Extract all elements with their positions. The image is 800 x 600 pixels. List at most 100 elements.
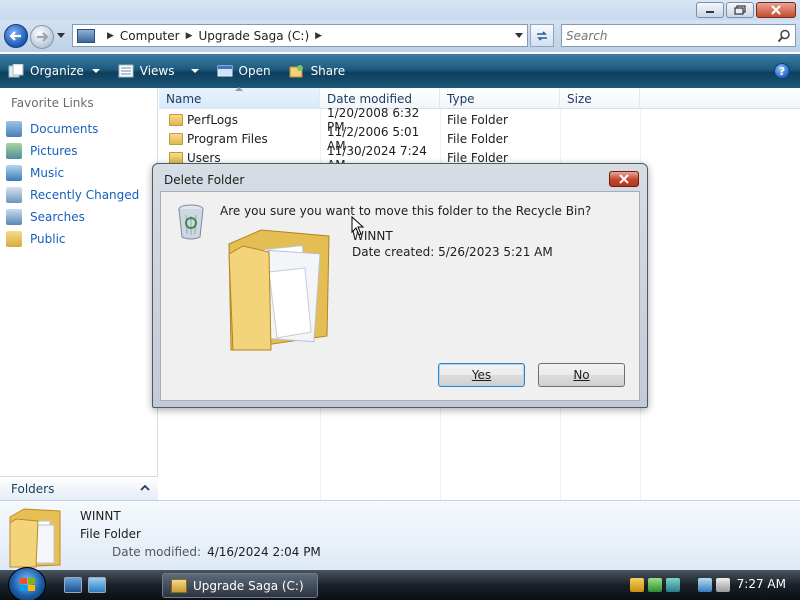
search-icon[interactable] (777, 29, 791, 43)
details-pane: WINNT File Folder Date modified: 4/16/202… (0, 500, 800, 570)
taskbar-window-button[interactable]: Upgrade Saga (C:) (162, 573, 318, 598)
forward-arrow-icon (37, 32, 49, 42)
help-button[interactable]: ? (774, 63, 790, 79)
taskbar-window-label: Upgrade Saga (C:) (193, 578, 304, 593)
share-label: Share (310, 64, 346, 78)
details-date-label: Date modified: (112, 545, 202, 559)
checkmark-icon[interactable] (648, 578, 662, 592)
chevron-down-icon (91, 69, 100, 73)
no-button[interactable]: No (538, 363, 625, 387)
refresh-icon (537, 30, 547, 41)
address-bar[interactable]: ▶ Computer ▶ Upgrade Saga (C:) ▶ (72, 24, 528, 47)
breadcrumb-separator-icon[interactable]: ▶ (186, 31, 193, 41)
dialog-question: Are you sure you want to move this folde… (220, 204, 592, 218)
mouse-cursor-icon (351, 216, 365, 236)
views-button[interactable]: Views (116, 59, 201, 83)
close-icon (771, 5, 781, 15)
favorite-label: Public (30, 232, 66, 246)
favorite-searches[interactable]: Searches (6, 206, 139, 228)
breadcrumb-drive[interactable]: Upgrade Saga (C:) (199, 29, 310, 43)
views-label: Views (139, 64, 175, 78)
share-button[interactable]: Share (287, 59, 348, 83)
favorite-links-list: Documents Pictures Music Recently Change… (6, 118, 139, 250)
public-folder-icon (6, 231, 22, 247)
open-window-icon (217, 65, 232, 77)
folder-large-icon (228, 229, 330, 351)
navigation-pane: Favorite Links Documents Pictures Music … (0, 88, 158, 476)
search-box[interactable] (561, 24, 796, 47)
chevron-up-icon (140, 484, 150, 491)
breadcrumb-separator-icon[interactable]: ▶ (315, 31, 322, 41)
back-button[interactable] (4, 24, 28, 48)
details-name: WINNT (80, 509, 121, 523)
documents-icon (6, 121, 22, 137)
details-date-modified: Date modified: 4/16/2024 2:04 PM (112, 545, 321, 559)
back-arrow-icon (9, 31, 21, 41)
delete-folder-dialog: Delete Folder Are you sure you want to m… (152, 163, 648, 408)
window-close-button[interactable] (756, 2, 796, 18)
favorite-label: Recently Changed (30, 188, 140, 202)
caption-buttons (696, 2, 796, 18)
close-icon (619, 174, 629, 184)
refresh-button[interactable] (530, 24, 554, 47)
window-title-bar (0, 0, 800, 20)
column-header-type[interactable]: Type (440, 88, 560, 109)
forward-button[interactable] (30, 25, 54, 49)
folder-large-icon (9, 508, 61, 568)
switch-windows-icon[interactable] (88, 577, 106, 593)
column-header-size[interactable]: Size (560, 88, 640, 109)
open-button[interactable]: Open (215, 59, 273, 83)
breadcrumb-separator-icon[interactable]: ▶ (107, 31, 114, 41)
security-shield-icon[interactable] (630, 578, 644, 592)
favorite-pictures[interactable]: Pictures (6, 140, 139, 162)
show-desktop-icon[interactable] (64, 577, 82, 593)
file-name: PerfLogs (187, 112, 239, 127)
organize-icon (8, 64, 24, 78)
column-header-row: Name Date modified Type Size (159, 87, 800, 109)
column-header-label: Size (567, 91, 592, 106)
folder-icon (169, 151, 183, 164)
details-type: File Folder (80, 527, 141, 541)
windows-logo-icon (20, 578, 35, 591)
file-type: File Folder (447, 131, 508, 146)
dialog-close-button[interactable] (609, 171, 639, 187)
chevron-down-icon (190, 69, 199, 73)
address-dropdown-icon[interactable] (515, 33, 523, 38)
clock[interactable]: 7:27 AM (737, 577, 786, 591)
recycle-bin-icon (178, 204, 204, 240)
restore-icon (734, 5, 746, 15)
favorite-public[interactable]: Public (6, 228, 139, 250)
favorite-label: Searches (30, 210, 85, 224)
column-header-label: Date modified (327, 91, 413, 106)
dialog-title: Delete Folder (164, 173, 245, 187)
tray-app-icon[interactable] (666, 578, 680, 592)
start-button[interactable] (8, 567, 46, 600)
network-icon[interactable] (698, 578, 712, 592)
column-header-label: Type (447, 91, 475, 106)
music-icon (6, 165, 22, 181)
yes-button[interactable]: Yes (438, 363, 525, 387)
favorite-music[interactable]: Music (6, 162, 139, 184)
pictures-icon (6, 143, 22, 159)
favorite-recently-changed[interactable]: Recently Changed (6, 184, 139, 206)
organize-button[interactable]: Organize (6, 59, 102, 83)
search-input[interactable] (566, 28, 766, 43)
open-label: Open (238, 64, 271, 78)
folder-icon (169, 132, 183, 145)
taskbar: Upgrade Saga (C:) 7:27 AM (0, 567, 800, 600)
searches-icon (6, 209, 22, 225)
details-date-value: 4/16/2024 2:04 PM (207, 545, 321, 559)
share-icon (289, 65, 303, 78)
minimize-button[interactable] (696, 2, 724, 18)
recent-pages-dropdown[interactable] (57, 33, 65, 38)
maximize-button[interactable] (726, 2, 754, 18)
computer-icon (77, 28, 95, 43)
favorite-documents[interactable]: Documents (6, 118, 139, 140)
favorite-label: Pictures (30, 144, 78, 158)
dialog-body: Are you sure you want to move this folde… (160, 191, 640, 401)
organize-label: Organize (30, 64, 84, 78)
column-header-name[interactable]: Name (159, 87, 320, 109)
volume-muted-icon[interactable] (716, 578, 730, 592)
folders-toggle[interactable]: Folders (0, 476, 158, 500)
breadcrumb-computer[interactable]: Computer (120, 29, 180, 43)
